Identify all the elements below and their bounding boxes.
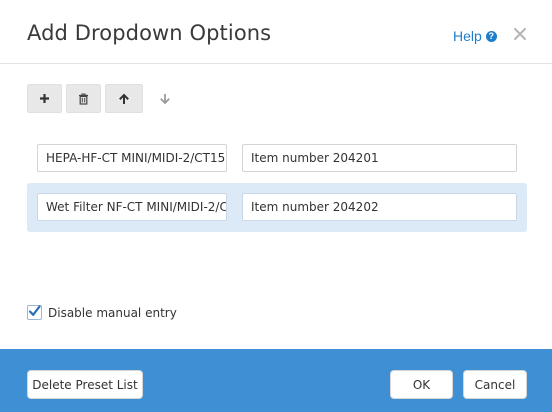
- delete-option-button[interactable]: [66, 84, 101, 113]
- dialog-title: Add Dropdown Options: [27, 21, 272, 45]
- arrow-up-icon: [119, 93, 129, 104]
- dialog-header: Add Dropdown Options Help ?: [0, 0, 552, 64]
- close-button[interactable]: [512, 26, 528, 42]
- options-list: HEPA-HF-CT MINI/MIDI-2/CT15 Item number …: [27, 134, 527, 232]
- dialog-footer: Delete Preset List OK Cancel: [0, 349, 552, 412]
- plus-icon: [40, 94, 49, 103]
- cancel-button[interactable]: Cancel: [463, 370, 527, 399]
- disable-manual-entry-label: Disable manual entry: [48, 305, 177, 320]
- delete-preset-list-button[interactable]: Delete Preset List: [27, 370, 143, 399]
- close-icon: [514, 28, 526, 40]
- option-label-field[interactable]: HEPA-HF-CT MINI/MIDI-2/CT15: [37, 144, 227, 172]
- help-link[interactable]: Help ?: [453, 28, 497, 44]
- disable-manual-entry-row: Disable manual entry: [27, 305, 177, 320]
- disable-manual-entry-checkbox[interactable]: [27, 305, 42, 320]
- question-circle-icon: ?: [485, 30, 497, 42]
- trash-icon: [79, 92, 88, 105]
- option-row-selected[interactable]: Wet Filter NF-CT MINI/MIDI-2/CT Item num…: [27, 183, 527, 232]
- checkmark-icon: [28, 305, 41, 316]
- help-label: Help: [453, 28, 482, 44]
- options-toolbar: [27, 84, 182, 113]
- move-up-button[interactable]: [105, 84, 143, 113]
- option-label-field[interactable]: Wet Filter NF-CT MINI/MIDI-2/CT: [37, 193, 227, 221]
- add-option-button[interactable]: [27, 84, 62, 113]
- arrow-down-icon: [159, 93, 170, 104]
- option-value-field[interactable]: Item number 204202: [242, 193, 517, 221]
- ok-button[interactable]: OK: [390, 370, 453, 399]
- move-down-button[interactable]: [147, 84, 182, 113]
- option-value-field[interactable]: Item number 204201: [242, 144, 517, 172]
- option-row[interactable]: HEPA-HF-CT MINI/MIDI-2/CT15 Item number …: [27, 134, 527, 183]
